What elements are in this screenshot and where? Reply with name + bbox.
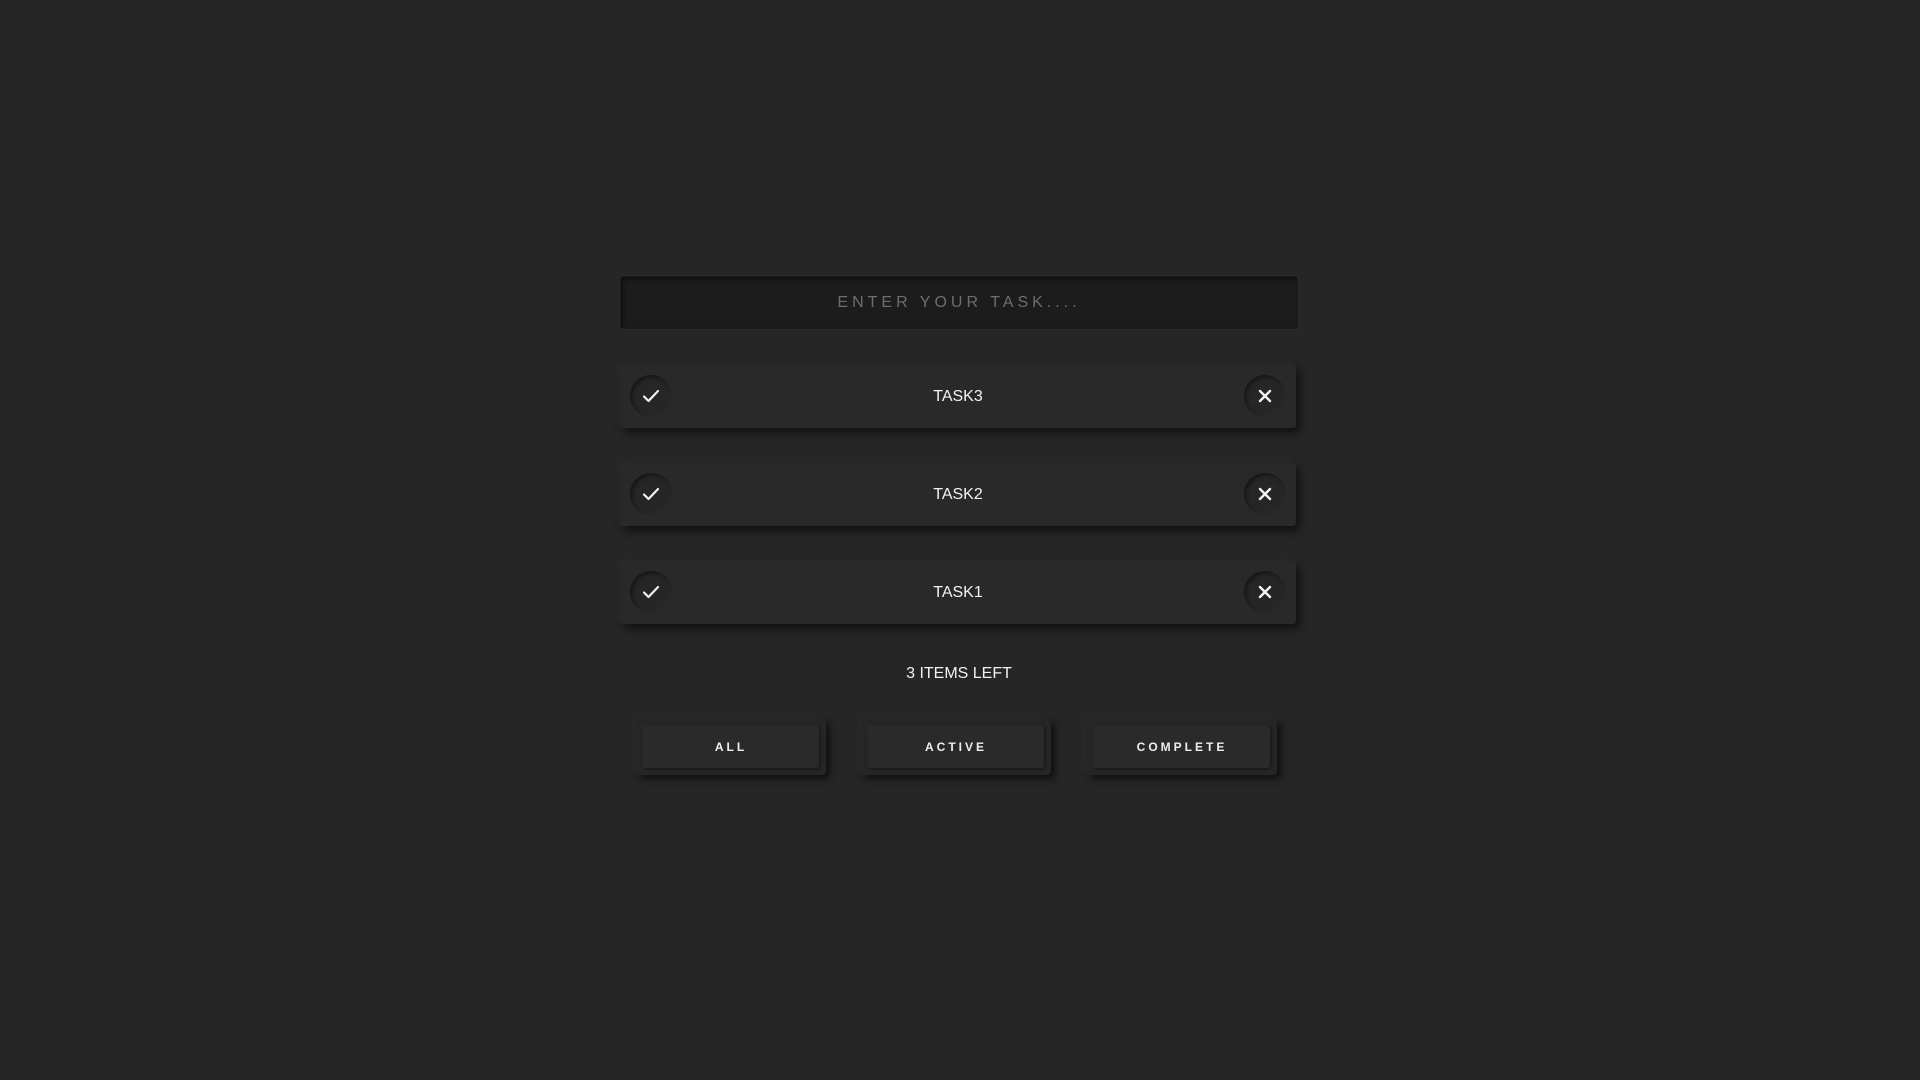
task-item: TASK3: [620, 365, 1296, 428]
task-item: TASK2: [620, 463, 1296, 526]
delete-task-button[interactable]: [1244, 571, 1286, 613]
filter-complete-button[interactable]: COMPLETE: [1087, 719, 1277, 775]
delete-task-button[interactable]: [1244, 375, 1286, 417]
filter-all-button[interactable]: ALL: [636, 719, 826, 775]
check-icon: [642, 585, 660, 599]
complete-task-button[interactable]: [630, 571, 672, 613]
filter-complete-label: COMPLETE: [1094, 726, 1270, 768]
close-icon: [1258, 389, 1272, 403]
task-label: TASK2: [933, 486, 983, 503]
items-left-counter: 3 ITEMS LEFT: [906, 665, 1012, 682]
filter-all-label: ALL: [643, 726, 819, 768]
filter-active-label: ACTIVE: [868, 726, 1044, 768]
complete-task-button[interactable]: [630, 473, 672, 515]
task-label: TASK3: [933, 388, 983, 405]
complete-task-button[interactable]: [630, 375, 672, 417]
filter-active-button[interactable]: ACTIVE: [861, 719, 1051, 775]
task-label: TASK1: [933, 584, 983, 601]
task-list: TASK3 TASK2 TASK1: [620, 365, 1298, 624]
close-icon: [1258, 487, 1272, 501]
filter-bar: ALL ACTIVE COMPLETE: [620, 719, 1298, 779]
todo-app: TASK3 TASK2: [620, 276, 1298, 779]
check-icon: [642, 487, 660, 501]
task-item: TASK1: [620, 561, 1296, 624]
delete-task-button[interactable]: [1244, 473, 1286, 515]
check-icon: [642, 389, 660, 403]
close-icon: [1258, 585, 1272, 599]
task-input[interactable]: [620, 276, 1298, 329]
